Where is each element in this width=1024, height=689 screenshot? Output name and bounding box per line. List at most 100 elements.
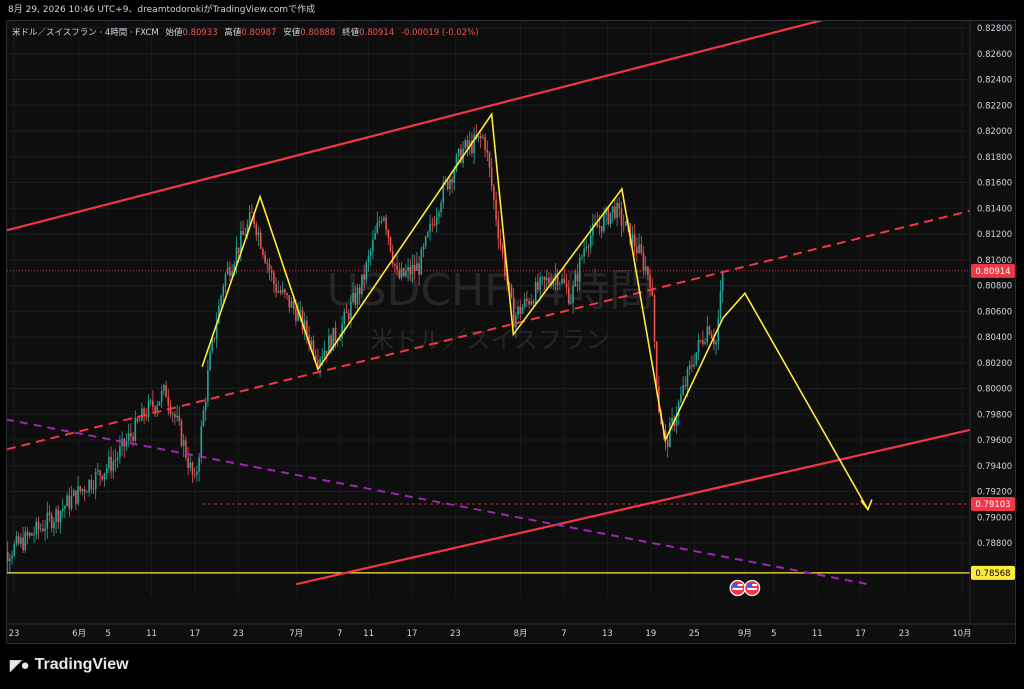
candle-body (585, 247, 588, 249)
candle-body (398, 269, 401, 278)
candle-body (402, 268, 405, 276)
candle-body (17, 536, 20, 544)
candle-body (86, 492, 88, 493)
x-tick-label: 23 (450, 629, 461, 639)
candle-body (369, 251, 372, 256)
candle-body (510, 285, 513, 298)
candle-body (653, 295, 656, 342)
legend-open-label: 始値 (165, 27, 183, 38)
candle-body (229, 267, 231, 276)
brand-name: TradingView (34, 656, 129, 673)
candle-body (81, 489, 84, 492)
candle-body (407, 266, 409, 272)
candle-body (57, 509, 60, 523)
candle-body (108, 456, 110, 469)
candle-body (171, 413, 174, 415)
candle-body (537, 281, 539, 290)
candle-body (704, 342, 706, 344)
candle-body (284, 289, 286, 294)
candle-body (299, 310, 302, 311)
candle-body (55, 509, 57, 523)
candle-body (589, 235, 592, 248)
y-tick-label: 0.81400 (977, 204, 1012, 214)
candle-body (633, 234, 636, 248)
y-tick-label: 0.81600 (977, 179, 1012, 189)
candle-body (576, 274, 579, 282)
candle-body (587, 247, 590, 248)
candle-body (640, 244, 643, 253)
candle-body (422, 246, 425, 250)
candle-body (224, 274, 227, 287)
candle-body (134, 418, 137, 441)
candle-body (688, 365, 691, 369)
candle-body (521, 307, 524, 314)
candle-body (620, 208, 623, 226)
candle-body (699, 340, 702, 341)
candle-body (490, 167, 493, 187)
candle-body (207, 370, 209, 402)
y-tick-label: 0.80600 (977, 307, 1012, 317)
y-tick-label: 0.81800 (977, 153, 1012, 163)
price-axis[interactable]: 0.82800 0.82600 0.82400 0.82200 0.82000 0.818… (977, 24, 1012, 549)
y-tick-label: 0.79000 (977, 513, 1012, 523)
candle-body (488, 152, 491, 168)
candle-body (279, 290, 282, 293)
candle-body (578, 257, 581, 282)
candle-body (255, 224, 258, 236)
price-chart[interactable]: USDCHF, 4時間 米ドル／スイスフラン 0.828000.826000.8… (0, 0, 1024, 689)
candle-body (495, 199, 497, 220)
candle-body (103, 472, 106, 480)
candle-body (600, 225, 603, 232)
candle-body (242, 231, 244, 235)
y-tick-label: 0.82800 (977, 24, 1012, 34)
candle-body (479, 135, 482, 138)
candle-body (435, 216, 438, 225)
candle-body (367, 255, 370, 263)
candle-body (581, 256, 583, 258)
y-tick-label: 0.79600 (977, 436, 1012, 446)
y-tick-label: 0.79400 (977, 462, 1012, 472)
candle-body (24, 531, 27, 551)
candle-body (94, 471, 97, 489)
candle-body (325, 350, 328, 354)
candle-body (702, 340, 704, 344)
price-label-0: 0.80914 (975, 267, 1010, 277)
candle-body (48, 512, 51, 516)
candle-body (321, 356, 324, 359)
candle-body (46, 512, 49, 529)
candle-body (130, 433, 132, 437)
candle-body (259, 232, 262, 249)
candle-body (543, 276, 546, 280)
candle-body (61, 508, 64, 512)
watermark: USDCHF, 4時間 米ドル／スイスフラン (326, 265, 653, 354)
candle-body (160, 390, 163, 402)
candle-body (380, 220, 383, 222)
legend-low-label: 安値 (283, 27, 301, 38)
candle-body (264, 254, 266, 263)
candle-body (642, 252, 645, 271)
candle-body (345, 311, 348, 313)
candle-body (416, 263, 418, 272)
x-tick-label: 17 (855, 629, 866, 639)
x-tick-label: 9月 (738, 629, 752, 639)
candle-body (101, 475, 104, 480)
time-axis[interactable]: 23 6月 5 11 17 23 7月 7 11 17 23 8月 7 13 19 25 9月 5 11 17 23 10… (9, 629, 972, 639)
tradingview-logo[interactable]: ◤● TradingView (10, 656, 129, 674)
candle-body (75, 490, 77, 504)
legend-close: 0.80914 (359, 28, 394, 38)
candle-body (411, 265, 414, 275)
y-tick-label: 0.80400 (977, 333, 1012, 343)
candle-body (666, 439, 669, 448)
legend-close-label: 終値 (342, 27, 360, 38)
candle-body (347, 312, 350, 320)
purple-trend-line (7, 418, 869, 586)
candle-body (5, 552, 7, 560)
candle-body (90, 480, 93, 489)
candle-body (310, 340, 313, 345)
x-tick-label: 11 (363, 629, 374, 639)
candle-body (598, 225, 601, 228)
candle-body (669, 422, 671, 448)
candle-body (719, 291, 722, 319)
candle-body (440, 202, 442, 213)
candle-body (37, 521, 40, 530)
